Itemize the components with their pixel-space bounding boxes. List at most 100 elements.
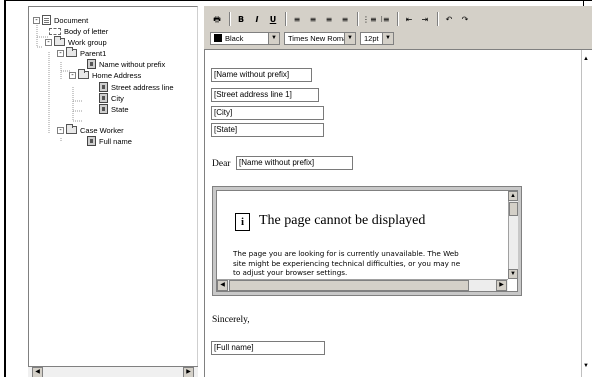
justify-icon[interactable]: ≡: [338, 13, 352, 26]
editor-vertical-scrollbar[interactable]: ▲ ▼: [581, 50, 592, 377]
merge-field-street[interactable]: [Street address line 1]: [211, 88, 319, 102]
tree-node-label: Document: [54, 15, 89, 25]
merge-field-name[interactable]: [Name without prefix]: [211, 68, 312, 82]
merge-field-full-name[interactable]: [Full name]: [211, 341, 325, 355]
chevron-down-icon[interactable]: ▼: [382, 32, 393, 44]
align-center-icon[interactable]: ≡: [306, 13, 320, 26]
error-line: to adjust your browser settings.: [233, 268, 348, 277]
undo-icon[interactable]: ↶: [442, 13, 456, 26]
tree-node-label: Body of letter: [64, 26, 109, 36]
scroll-left-icon[interactable]: ◀: [217, 280, 228, 291]
frame-horizontal-scrollbar[interactable]: ◀ ▶: [217, 279, 508, 291]
chevron-down-icon[interactable]: ▼: [344, 32, 355, 44]
tree-node-body-of-letter[interactable]: Body of letter: [49, 26, 108, 36]
collapse-icon[interactable]: -: [45, 38, 52, 46]
closing-text: Sincerely,: [212, 315, 250, 325]
scroll-right-icon[interactable]: ▶: [496, 280, 507, 291]
scroll-up-icon[interactable]: ▲: [583, 56, 589, 62]
toolbar-separator: [285, 12, 287, 26]
underline-button[interactable]: U: [266, 13, 280, 26]
merge-field-city[interactable]: [City]: [211, 106, 324, 120]
field-icon: [87, 59, 96, 69]
scroll-down-icon[interactable]: ▼: [508, 269, 518, 279]
font-family-value: Times New Roman: [288, 33, 344, 43]
tree-horizontal-scrollbar[interactable]: ◀ ▶: [28, 366, 198, 377]
tree-node-case-worker[interactable]: - Case Worker: [57, 124, 124, 135]
embedded-browser-frame[interactable]: i The page cannot be displayed The page …: [212, 186, 522, 296]
toolbar-row-formatting: 🖶 B I U ≡ ≡ ≡ ≡ ⋮≡ ⁝≡ ⇤ ⇥ ↶ ↷: [210, 12, 474, 26]
toolbar-separator: [397, 12, 399, 26]
redo-icon[interactable]: ↷: [458, 13, 472, 26]
tree-node-label: Work group: [68, 37, 107, 47]
print-icon[interactable]: 🖶: [210, 13, 224, 26]
tree-node-label: Street address line: [111, 82, 174, 92]
text-color-dropdown[interactable]: Black ▼: [210, 31, 280, 45]
align-right-icon[interactable]: ≡: [322, 13, 336, 26]
scroll-left-icon[interactable]: ◀: [32, 367, 43, 377]
collapse-icon[interactable]: -: [33, 16, 40, 24]
folder-icon: [54, 36, 65, 46]
bold-button[interactable]: B: [234, 13, 248, 26]
error-title: The page cannot be displayed: [259, 213, 426, 228]
chevron-down-icon[interactable]: ▼: [268, 32, 279, 44]
tree-node-label: City: [111, 93, 124, 103]
document-icon: [42, 15, 51, 25]
tree-node-work-group[interactable]: - Work group: [45, 36, 107, 47]
font-size-value: 12pt: [364, 33, 379, 43]
document-tree-pane[interactable]: - Document Body of letter - Work group -…: [28, 6, 198, 377]
error-line: The page you are looking for is currentl…: [233, 249, 459, 258]
scroll-thumb[interactable]: [229, 280, 469, 291]
folder-icon: [66, 47, 77, 57]
field-icon: [99, 104, 108, 114]
font-size-dropdown[interactable]: 12pt ▼: [360, 31, 394, 45]
outdent-icon[interactable]: ⇤: [402, 13, 416, 26]
tree-node-label: Name without prefix: [99, 59, 166, 69]
toolbar-separator: [357, 12, 359, 26]
scroll-up-icon[interactable]: ▲: [508, 191, 518, 201]
error-line: site might be experiencing technical dif…: [233, 258, 461, 268]
collapse-icon[interactable]: -: [69, 71, 76, 79]
scroll-thumb[interactable]: [509, 202, 518, 216]
folder-icon: [78, 69, 89, 79]
salutation-text: Dear: [212, 159, 231, 169]
collapse-icon[interactable]: -: [57, 49, 64, 57]
bullet-list-icon[interactable]: ⁝≡: [378, 13, 392, 26]
tree-node-street-address-line[interactable]: Street address line: [99, 82, 174, 92]
collapse-icon[interactable]: -: [57, 126, 64, 134]
tree-node-city[interactable]: City: [99, 93, 124, 103]
italic-button[interactable]: I: [250, 13, 264, 26]
error-message: The page you are looking for is currentl…: [233, 249, 516, 278]
info-icon: i: [235, 213, 250, 231]
tree-node-label: Full name: [99, 136, 132, 146]
numbered-list-icon[interactable]: ⋮≡: [362, 13, 377, 26]
merge-field-dear-name[interactable]: [Name without prefix]: [236, 156, 353, 170]
tree-node-label: Case Worker: [80, 125, 124, 135]
scroll-down-icon[interactable]: ▼: [583, 363, 589, 369]
tree-node-name-without-prefix[interactable]: Name without prefix: [87, 59, 165, 69]
font-family-dropdown[interactable]: Times New Roman ▼: [284, 31, 356, 45]
folder-icon: [66, 124, 77, 134]
toolbar-separator: [437, 12, 439, 26]
tree-node-state[interactable]: State: [99, 104, 129, 114]
browser-content: i The page cannot be displayed The page …: [216, 190, 518, 292]
field-icon: [99, 93, 108, 103]
align-left-icon[interactable]: ≡: [290, 13, 304, 26]
tree-node-document[interactable]: - Document: [33, 15, 88, 25]
tree-node-full-name[interactable]: Full name: [87, 136, 132, 146]
frame-vertical-scrollbar[interactable]: ▲ ▼: [508, 191, 518, 279]
toolbar-separator: [229, 12, 231, 26]
toolbar-row-font: Black ▼ Times New Roman ▼ 12pt ▼: [210, 31, 398, 45]
formatting-toolbar: 🖶 B I U ≡ ≡ ≡ ≡ ⋮≡ ⁝≡ ⇤ ⇥ ↶ ↷ Black ▼ Ti…: [204, 6, 592, 50]
text-color-value: Black: [225, 33, 244, 43]
field-icon: [99, 82, 108, 92]
merge-field-state[interactable]: [State]: [211, 123, 324, 137]
tree-node-label: Parent1: [80, 48, 107, 58]
text-block-icon: [49, 27, 61, 35]
tree-node-parent1[interactable]: - Parent1: [57, 47, 107, 58]
tree-node-label: Home Address: [92, 70, 142, 80]
scroll-right-icon[interactable]: ▶: [183, 367, 194, 377]
field-icon: [87, 136, 96, 146]
tree-node-home-address[interactable]: - Home Address: [69, 69, 142, 80]
tree-node-label: State: [111, 104, 129, 114]
indent-icon[interactable]: ⇥: [418, 13, 432, 26]
